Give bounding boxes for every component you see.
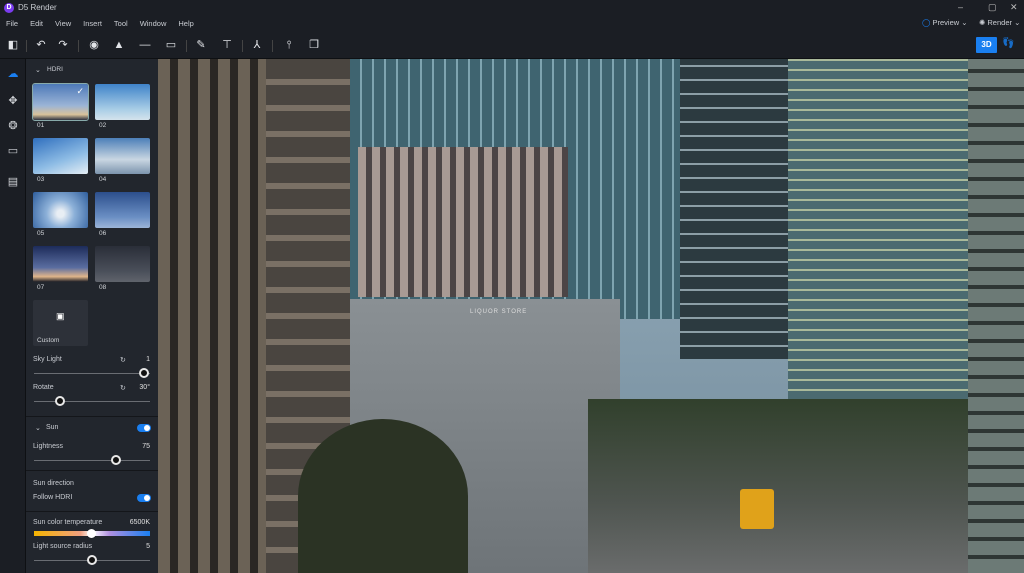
render-label: Render — [987, 18, 1012, 27]
sun-title: Sun — [46, 424, 59, 431]
thumb-label: 02 — [99, 122, 107, 129]
follow-hdri-toggle[interactable] — [137, 494, 151, 502]
thumb-label: 05 — [37, 230, 45, 237]
light-icon[interactable]: ▲ — [112, 38, 126, 52]
menu-window[interactable]: Window — [134, 16, 173, 32]
sky-light-label: Sky Light — [33, 356, 62, 363]
sun-color-temperature-label: Sun color temperature — [33, 519, 103, 526]
sun-color-temperature-value: 6500K — [129, 519, 150, 526]
brick-building — [358, 147, 568, 297]
panel-toggle-icon[interactable]: ◧ — [6, 38, 20, 52]
minimize-button[interactable]: – — [958, 2, 963, 12]
menu-view[interactable]: View — [49, 16, 77, 32]
school-bus — [740, 489, 774, 529]
menu-insert[interactable]: Insert — [77, 16, 108, 32]
hdri-thumb-07[interactable] — [33, 246, 88, 282]
hdri-thumb-01[interactable]: ✓ — [32, 83, 89, 121]
title-bar: D D5 Render – ▢ ✕ — [0, 0, 1024, 16]
sun-toggle[interactable] — [137, 424, 151, 432]
hdri-thumb-02[interactable] — [95, 84, 150, 120]
menu-tool[interactable]: Tool — [108, 16, 134, 32]
custom-label: Custom — [37, 337, 60, 344]
hdri-thumb-05[interactable] — [33, 192, 88, 228]
environment-icon[interactable]: ☁ — [6, 67, 20, 81]
slider-handle[interactable] — [87, 529, 96, 538]
thumb-label: 03 — [37, 176, 45, 183]
check-icon: ✓ — [76, 86, 84, 96]
thumb-label: 06 — [99, 230, 107, 237]
street — [588, 399, 968, 573]
side-rail: ☁ ✥ ❂ ▭ ▤ — [0, 59, 26, 573]
app-logo: D — [4, 3, 14, 13]
frame-icon[interactable]: ▭ — [164, 38, 178, 52]
hdri-thumb-03[interactable] — [33, 138, 88, 174]
app-title: D5 Render — [18, 3, 57, 12]
effects-icon[interactable]: ✥ — [6, 94, 20, 108]
hdri-title: HDRI — [47, 66, 63, 73]
tree — [298, 419, 468, 573]
rotate-label: Rotate — [33, 384, 54, 391]
eyedropper-icon[interactable]: ✎ — [194, 38, 208, 52]
transform-icon[interactable]: ⅄ — [250, 38, 264, 52]
slider-handle[interactable] — [55, 396, 65, 406]
preview-button[interactable]: ◯ Preview ⌄ — [922, 18, 968, 27]
camera-icon[interactable]: ▭ — [6, 144, 20, 158]
lightness-label: Lightness — [33, 443, 63, 450]
reset-icon[interactable]: ↻ — [120, 356, 126, 364]
sky-light-slider[interactable] — [34, 373, 150, 374]
custom-hdri-button[interactable]: ▣ Custom — [33, 300, 88, 346]
sun-direction-label: Sun direction — [33, 480, 74, 487]
hdri-thumb-08[interactable] — [95, 246, 150, 282]
close-button[interactable]: ✕ — [1010, 2, 1018, 13]
menu-bar: File Edit View Insert Tool Window Help — [0, 16, 200, 32]
redo-icon[interactable]: ↷ — [56, 38, 70, 52]
slider-handle[interactable] — [111, 455, 121, 465]
notes-icon[interactable]: ▤ — [6, 175, 20, 189]
copy-icon[interactable]: ❐ — [307, 38, 321, 52]
render-icon: ✺ — [979, 18, 986, 27]
folder-icon: ▣ — [56, 311, 65, 321]
sun-collapse-icon[interactable]: ⌄ — [35, 424, 41, 432]
hdri-thumb-04[interactable] — [95, 138, 150, 174]
light-source-radius-label: Light source radius — [33, 543, 93, 550]
maximize-button[interactable]: ▢ — [988, 2, 997, 13]
walk-mode-icon[interactable]: 👣 — [1002, 38, 1014, 49]
thumb-label: 07 — [37, 284, 45, 291]
menu-file[interactable]: File — [0, 16, 24, 32]
follow-hdri-label: Follow HDRI — [33, 494, 73, 501]
materials-icon[interactable]: ❂ — [6, 119, 20, 133]
store-sign: LIQUOR STORE — [470, 309, 528, 315]
preview-icon: ◯ — [922, 18, 931, 27]
slider-handle[interactable] — [87, 555, 97, 565]
right-building — [968, 59, 1024, 573]
3d-viewport[interactable]: LIQUOR STORE — [158, 59, 1024, 573]
lightness-value: 75 — [142, 443, 150, 450]
preview-label: Preview — [932, 18, 960, 27]
hdri-thumb-06[interactable] — [95, 192, 150, 228]
line-icon[interactable]: — — [138, 38, 152, 52]
light-source-radius-value: 5 — [146, 543, 150, 550]
menu-help[interactable]: Help — [172, 16, 199, 32]
sun-settings-icon[interactable]: ◉ — [87, 38, 101, 52]
undo-icon[interactable]: ↶ — [34, 38, 48, 52]
render-button[interactable]: ✺ Render ⌄ — [979, 18, 1020, 27]
sky-light-value: 1 — [146, 356, 150, 363]
reset-icon[interactable]: ↻ — [120, 384, 126, 392]
paint-roller-icon[interactable]: ⊤ — [220, 38, 234, 52]
rotate-slider[interactable] — [34, 401, 150, 402]
thumb-label: 08 — [99, 284, 107, 291]
slider-handle[interactable] — [139, 368, 149, 378]
office-tower — [788, 59, 968, 419]
3d-mode-button[interactable]: 3D — [976, 37, 997, 53]
thumb-label: 01 — [37, 122, 45, 129]
thumb-label: 04 — [99, 176, 107, 183]
toolbar: ◧ ↶ ↷ ◉ ▲ — ▭ ✎ ⊤ ⅄ ⫯ ❐ 3D 👣 — [0, 32, 1024, 59]
lightness-slider[interactable] — [34, 460, 150, 461]
hdri-collapse-icon[interactable]: ⌄ — [35, 66, 41, 74]
menu-edit[interactable]: Edit — [24, 16, 49, 32]
rotate-value: 30° — [139, 384, 150, 391]
align-icon[interactable]: ⫯ — [282, 38, 296, 52]
